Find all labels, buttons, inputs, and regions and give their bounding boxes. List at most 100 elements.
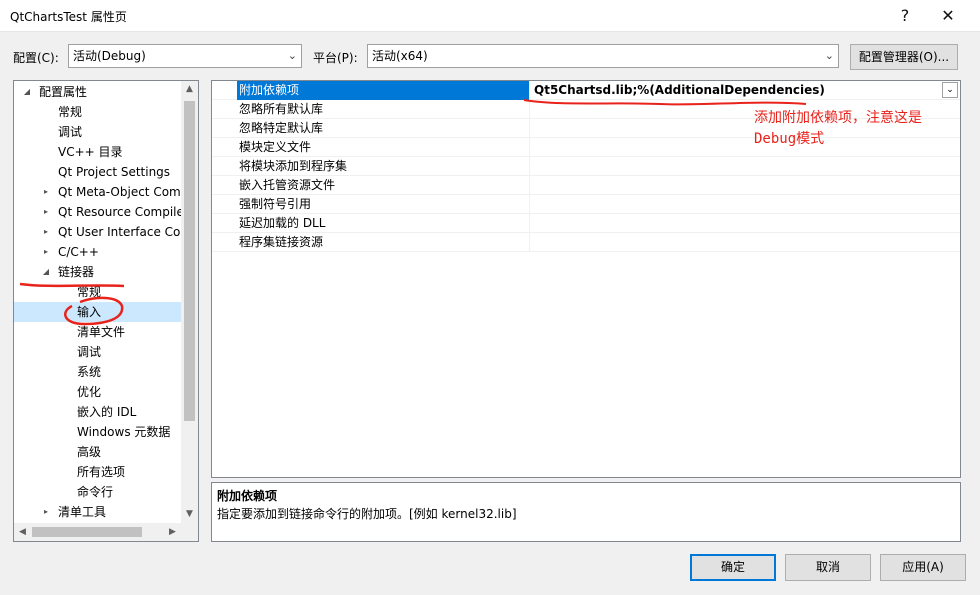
property-name: 延迟加载的 DLL: [239, 216, 326, 230]
property-value[interactable]: [529, 233, 960, 252]
property-name: 将模块添加到程序集: [239, 159, 348, 173]
property-row[interactable]: 强制符号引用: [212, 195, 960, 214]
property-row-additional-deps[interactable]: 附加依赖项 Qt5Chartsd.lib;%(AdditionalDepende…: [212, 81, 960, 100]
scroll-right-icon[interactable]: ▶: [164, 523, 181, 541]
tree-node-qt-project[interactable]: Qt Project Settings: [14, 162, 181, 182]
property-value[interactable]: [529, 195, 960, 214]
tree-node-label: 调试: [77, 345, 102, 359]
chevron-down-icon: ⌄: [287, 49, 297, 62]
ok-button[interactable]: 确定: [690, 554, 776, 581]
property-name: 嵌入托管资源文件: [239, 178, 336, 192]
tree-node-qt-moc[interactable]: ▸ Qt Meta-Object Compiler: [14, 182, 181, 202]
config-label: 配置(C):: [13, 51, 59, 65]
tree-node-linker-debugging[interactable]: 调试: [14, 342, 181, 362]
platform-value: 活动(x64): [372, 49, 428, 63]
tree-node-optimization[interactable]: 优化: [14, 382, 181, 402]
tree-node-label: 调试: [58, 125, 83, 139]
property-name: 程序集链接资源: [239, 235, 324, 249]
tree-node-label: 系统: [77, 365, 102, 379]
config-row: 配置(C): 活动(Debug) ⌄ 平台(P): 活动(x64) ⌄ 配置管理…: [0, 44, 980, 72]
annotation-line: 添加附加依赖项，注意这是: [754, 110, 922, 126]
expanded-arrow-icon[interactable]: ◢: [41, 262, 51, 282]
title-bar: QtChartsTest 属性页 ? ✕: [0, 0, 980, 32]
tree-node-linker-input[interactable]: 输入: [14, 302, 181, 322]
property-tree: ◢ 配置属性 常规 调试 VC++ 目录 Qt Project Settings…: [14, 81, 181, 523]
property-row[interactable]: 嵌入托管资源文件: [212, 176, 960, 195]
tree-node-label: 嵌入的 IDL: [77, 405, 137, 419]
tree-node-label: Qt Resource Compiler: [58, 205, 181, 219]
annotation-line: Debug模式: [754, 131, 825, 147]
property-row[interactable]: 延迟加载的 DLL: [212, 214, 960, 233]
tree-horizontal-scrollbar[interactable]: ◀ ▶: [14, 523, 198, 541]
tree-node-label: 所有选项: [77, 465, 126, 479]
config-combo[interactable]: 活动(Debug) ⌄: [68, 44, 302, 68]
tree-node-label: 常规: [58, 105, 83, 119]
collapsed-arrow-icon[interactable]: ▸: [41, 182, 51, 202]
property-row[interactable]: 将模块添加到程序集: [212, 157, 960, 176]
description-text: 指定要添加到链接命令行的附加项。[例如 kernel32.lib]: [217, 507, 517, 521]
property-name: 忽略所有默认库: [239, 102, 324, 116]
property-name: 强制符号引用: [239, 197, 312, 211]
property-name: 忽略特定默认库: [239, 121, 324, 135]
tree-node-embedded-idl[interactable]: 嵌入的 IDL: [14, 402, 181, 422]
scroll-thumb[interactable]: [32, 527, 142, 537]
tree-node-qt-uic[interactable]: ▸ Qt User Interface Compiler: [14, 222, 181, 242]
property-value[interactable]: Qt5Chartsd.lib;%(AdditionalDependencies): [529, 81, 960, 100]
tree-node-cpp[interactable]: ▸ C/C++: [14, 242, 181, 262]
tree-node-label: 配置属性: [39, 85, 88, 99]
tree-node-debugging[interactable]: 调试: [14, 122, 181, 142]
collapsed-arrow-icon[interactable]: ▸: [41, 242, 51, 262]
apply-button[interactable]: 应用(A): [880, 554, 966, 581]
close-button[interactable]: ✕: [933, 4, 963, 28]
property-row[interactable]: 程序集链接资源: [212, 233, 960, 252]
tree-node-general[interactable]: 常规: [14, 102, 181, 122]
tree-node-label: 输入: [77, 305, 102, 319]
description-title: 附加依赖项: [217, 489, 278, 503]
tree-node-label: Qt User Interface Compiler: [58, 225, 181, 239]
expanded-arrow-icon[interactable]: ◢: [22, 82, 32, 102]
collapsed-arrow-icon[interactable]: ▸: [41, 202, 51, 222]
description-panel: 附加依赖项 指定要添加到链接命令行的附加项。[例如 kernel32.lib]: [211, 482, 961, 542]
platform-combo[interactable]: 活动(x64) ⌄: [367, 44, 839, 68]
tree-node-label: 高级: [77, 445, 102, 459]
scroll-down-icon[interactable]: ▼: [181, 506, 198, 523]
tree-node-vcpp-dirs[interactable]: VC++ 目录: [14, 142, 181, 162]
tree-node-manifest-file[interactable]: 清单文件: [14, 322, 181, 342]
chevron-down-icon: ⌄: [824, 49, 834, 62]
window-title: QtChartsTest 属性页: [10, 10, 127, 24]
tree-node-command-line[interactable]: 命令行: [14, 482, 181, 502]
tree-node-label: 常规: [77, 285, 102, 299]
property-value[interactable]: [529, 157, 960, 176]
tree-node-config-properties[interactable]: ◢ 配置属性: [14, 82, 181, 102]
help-button[interactable]: ?: [890, 4, 920, 28]
annotation-note: 添加附加依赖项，注意这是 Debug模式: [754, 108, 922, 150]
scroll-up-icon[interactable]: ▲: [181, 81, 198, 98]
property-value[interactable]: [529, 176, 960, 195]
tree-vertical-scrollbar[interactable]: ▲ ▼: [181, 81, 198, 523]
scroll-left-icon[interactable]: ◀: [14, 523, 31, 541]
tree-node-windows-metadata[interactable]: Windows 元数据: [14, 422, 181, 442]
collapsed-arrow-icon[interactable]: ▸: [41, 502, 51, 522]
property-name: 模块定义文件: [239, 140, 312, 154]
tree-node-label: C/C++: [58, 245, 99, 259]
tree-node-label: Windows 元数据: [77, 425, 171, 439]
tree-node-label: 清单文件: [77, 325, 126, 339]
tree-node-all-options[interactable]: 所有选项: [14, 462, 181, 482]
chevron-down-icon[interactable]: ⌄: [942, 82, 958, 98]
tree-node-label: 清单工具: [58, 505, 107, 519]
collapsed-arrow-icon[interactable]: ▸: [41, 222, 51, 242]
property-value[interactable]: [529, 214, 960, 233]
tree-node-linker[interactable]: ◢ 链接器: [14, 262, 181, 282]
tree-node-manifest-tool[interactable]: ▸ 清单工具: [14, 502, 181, 522]
tree-node-qt-rcc[interactable]: ▸ Qt Resource Compiler: [14, 202, 181, 222]
config-manager-button[interactable]: 配置管理器(O)...: [850, 44, 958, 70]
cancel-button[interactable]: 取消: [785, 554, 871, 581]
tree-node-advanced[interactable]: 高级: [14, 442, 181, 462]
tree-node-system[interactable]: 系统: [14, 362, 181, 382]
tree-node-label: VC++ 目录: [58, 145, 123, 159]
scroll-thumb[interactable]: [184, 101, 195, 421]
tree-node-linker-general[interactable]: 常规: [14, 282, 181, 302]
tree-node-label: 优化: [77, 385, 102, 399]
property-tree-panel: ◢ 配置属性 常规 调试 VC++ 目录 Qt Project Settings…: [13, 80, 199, 542]
tree-node-label: Qt Meta-Object Compiler: [58, 185, 181, 199]
